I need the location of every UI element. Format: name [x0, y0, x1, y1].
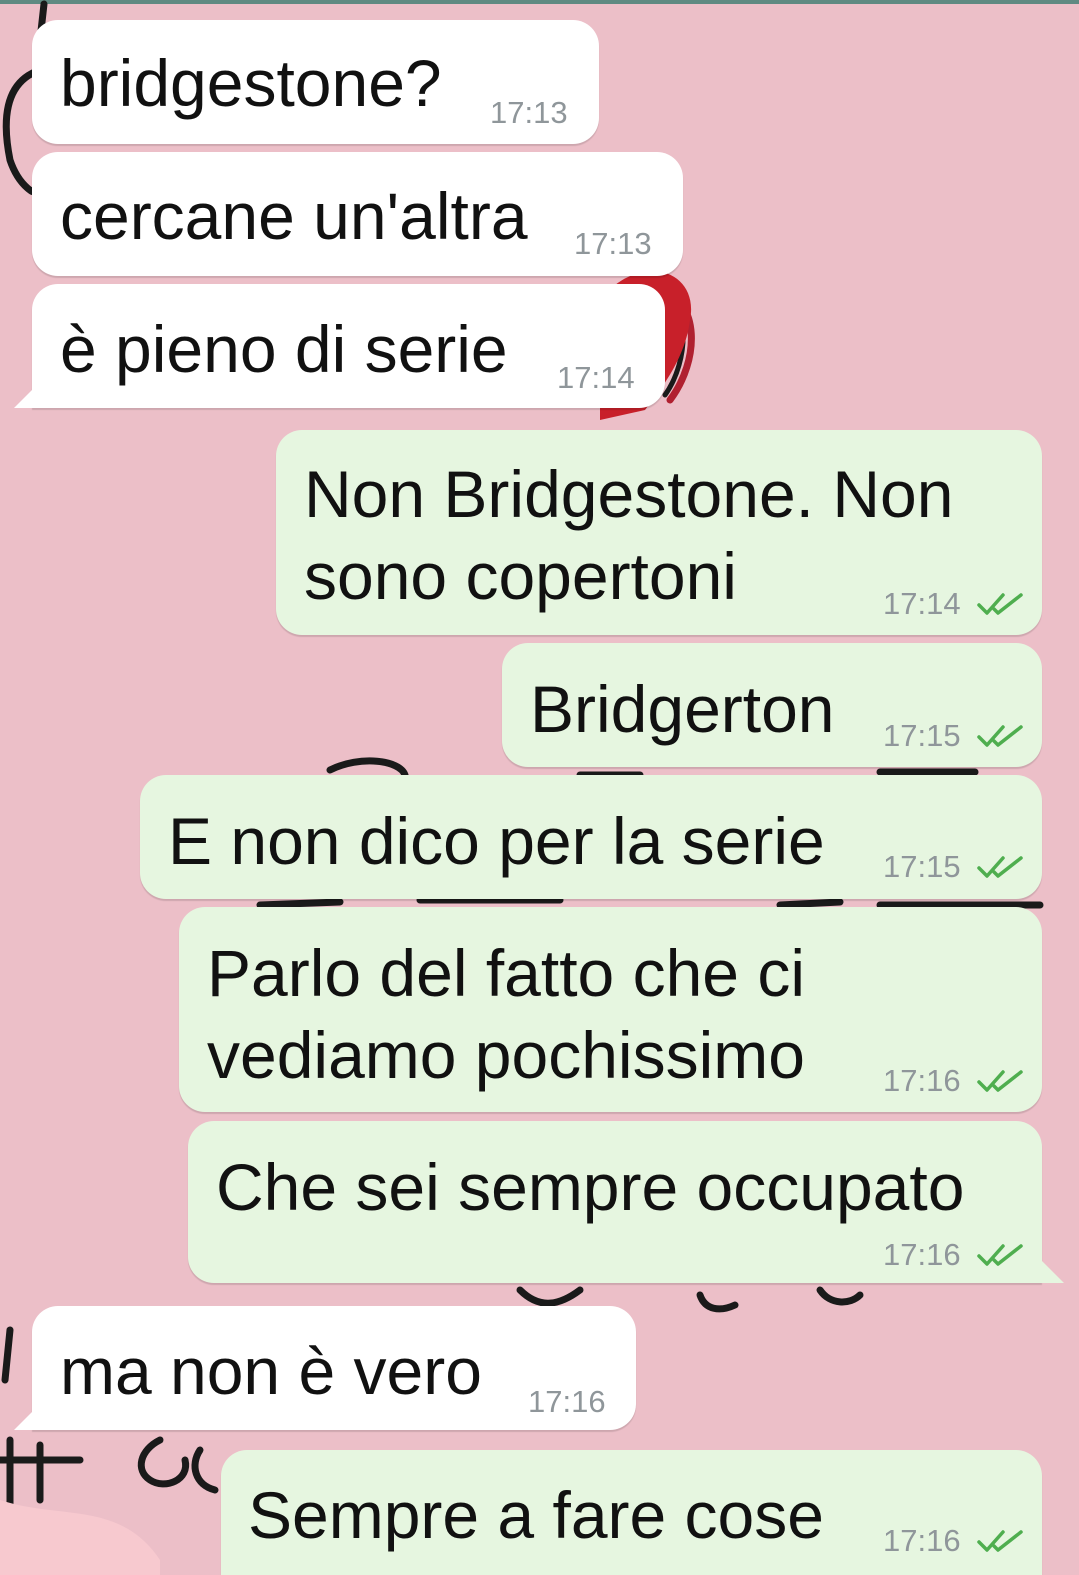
message-text: ma non è vero: [60, 1334, 482, 1408]
message-timestamp: 17:16: [883, 1063, 961, 1098]
message-text: Sempre a fare cose: [248, 1478, 824, 1552]
double-check-icon: [977, 1244, 1023, 1266]
message-text: cercane un'altra: [60, 179, 528, 253]
message-timestamp: 17:16: [528, 1384, 606, 1419]
message-text: bridgestone?: [60, 46, 442, 120]
message-text-line: vediamo pochissimo: [207, 1018, 805, 1092]
message-text: E non dico per la serie: [168, 804, 825, 878]
message-text-line: Non Bridgestone. Non: [304, 457, 954, 531]
bubble-tail: [14, 1408, 36, 1430]
message-text: Che sei sempre occupato: [216, 1150, 965, 1224]
message-text: Bridgerton: [530, 672, 835, 746]
message-text-line: Parlo del fatto che ci: [207, 936, 805, 1010]
message-timestamp: 17:16: [883, 1523, 961, 1558]
double-check-icon: [977, 1070, 1023, 1092]
message-text: è pieno di serie: [60, 312, 508, 386]
message-timestamp: 17:13: [490, 95, 568, 130]
double-check-icon: [977, 725, 1023, 747]
bubble-tail: [14, 386, 36, 408]
message-timestamp: 17:15: [883, 849, 961, 884]
message-list[interactable]: bridgestone? 17:13 cercane un'altra 17:1…: [0, 0, 1079, 1575]
message-timestamp: 17:16: [883, 1237, 961, 1272]
double-check-icon: [977, 1530, 1023, 1552]
double-check-icon: [977, 856, 1023, 878]
message-timestamp: 17:15: [883, 718, 961, 753]
message-timestamp: 17:14: [557, 360, 635, 395]
message-timestamp: 17:14: [883, 586, 961, 621]
message-timestamp: 17:13: [574, 226, 652, 261]
message-text-line: sono copertoni: [304, 539, 737, 613]
double-check-icon: [977, 593, 1023, 615]
bubble-tail: [1042, 1261, 1064, 1283]
